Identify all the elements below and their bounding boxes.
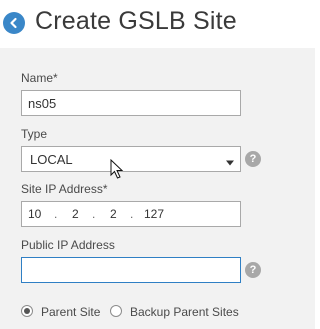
ip-octet-3[interactable]: 2 bbox=[110, 207, 117, 221]
mouse-cursor-icon bbox=[110, 159, 124, 179]
type-label: Type bbox=[21, 127, 48, 141]
public-ip-input[interactable] bbox=[21, 257, 241, 283]
back-arrow-icon[interactable] bbox=[3, 12, 25, 34]
type-select[interactable]: LOCAL bbox=[21, 146, 241, 172]
ip-octet-4[interactable]: 127 bbox=[144, 207, 164, 221]
create-gslb-site-page: Create GSLB Site Name* Type LOCAL ? Site… bbox=[0, 0, 315, 329]
name-input[interactable] bbox=[21, 90, 241, 116]
public-ip-help-icon[interactable]: ? bbox=[245, 262, 261, 278]
type-help-icon[interactable]: ? bbox=[245, 151, 261, 167]
ip-separator: . bbox=[54, 207, 58, 221]
site-ip-input[interactable]: 10 . 2 . 2 . 127 bbox=[21, 201, 241, 227]
parent-site-radio[interactable] bbox=[21, 305, 33, 317]
ip-separator: . bbox=[92, 207, 96, 221]
ip-octet-2[interactable]: 2 bbox=[72, 207, 79, 221]
name-label: Name* bbox=[21, 71, 58, 85]
ip-separator: . bbox=[130, 207, 134, 221]
type-select-value: LOCAL bbox=[30, 152, 73, 167]
page-header: Create GSLB Site bbox=[0, 0, 315, 48]
backup-parent-sites-label[interactable]: Backup Parent Sites bbox=[130, 305, 239, 319]
page-title: Create GSLB Site bbox=[35, 7, 237, 35]
caret-down-icon bbox=[226, 154, 234, 172]
backup-parent-sites-radio[interactable] bbox=[110, 305, 122, 317]
site-ip-label: Site IP Address* bbox=[21, 182, 108, 196]
public-ip-label: Public IP Address bbox=[21, 238, 115, 252]
ip-octet-1[interactable]: 10 bbox=[28, 207, 41, 221]
parent-site-label[interactable]: Parent Site bbox=[41, 305, 100, 319]
